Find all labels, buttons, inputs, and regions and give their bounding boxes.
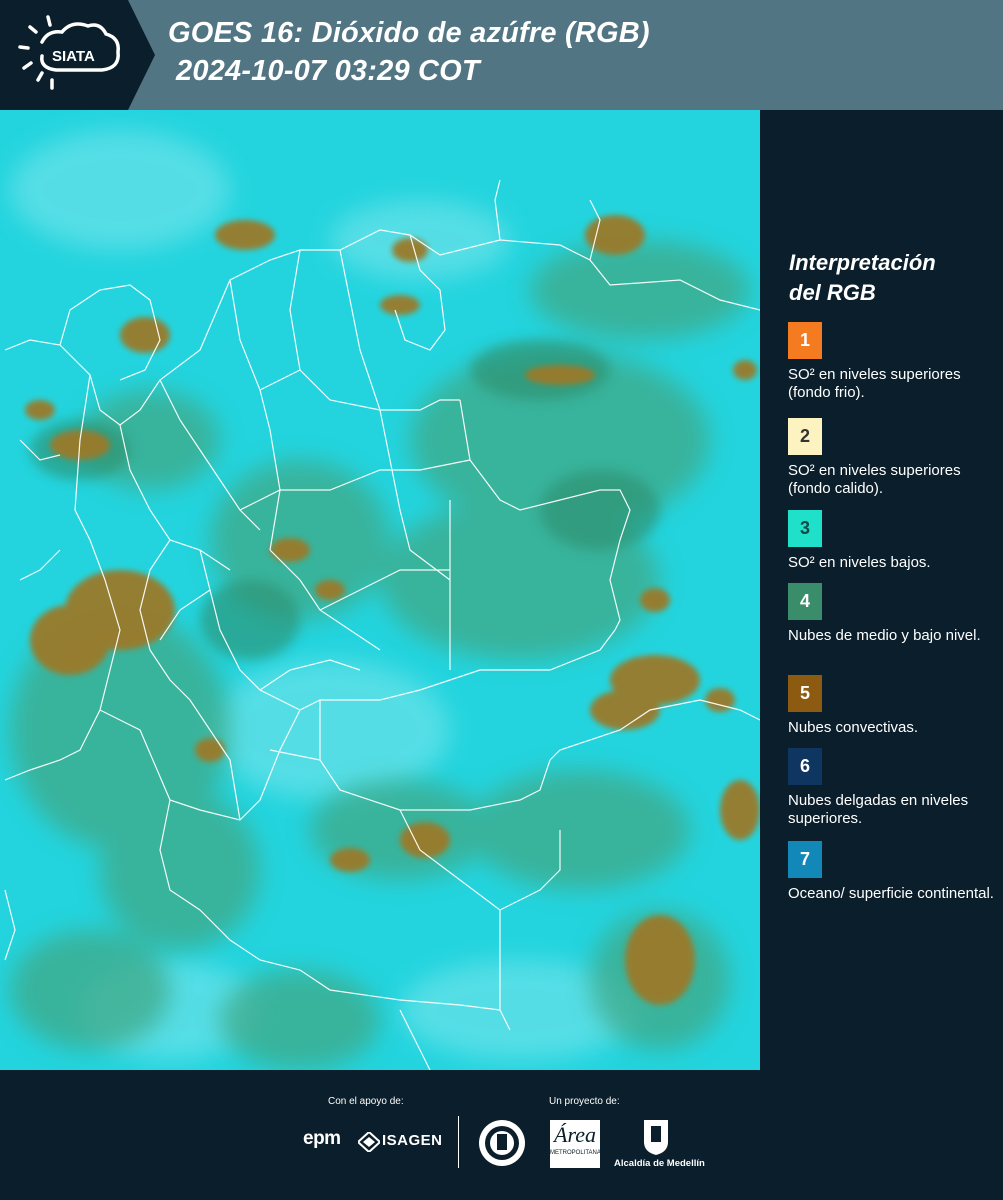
legend-swatch-5: 5 — [788, 675, 822, 712]
title-line-1: GOES 16: Dióxido de azúfre (RGB) — [168, 17, 650, 49]
legend-label-5: Nubes convectivas. — [788, 719, 919, 736]
legend-label-4: Nubes de medio y bajo nivel. — [788, 627, 981, 644]
legend-label-1: SO² en niveles superiores (fondo frio). — [788, 366, 961, 401]
project-label: Un proyecto de: — [549, 1096, 620, 1107]
satellite-map[interactable] — [0, 110, 760, 1070]
legend-label-3: SO² en niveles bajos. — [788, 554, 931, 571]
epm-logo: epm — [303, 1128, 341, 1149]
legend-label-7: Oceano/ superficie continental. — [788, 885, 994, 902]
legend-swatch-1: 1 — [788, 322, 822, 359]
legend-item-1: 1 SO² en niveles superiores (fondo frio)… — [788, 322, 998, 402]
legend-swatch-3: 3 — [788, 510, 822, 547]
legend-item-6: 6 Nubes delgadas en niveles superiores. — [788, 748, 998, 828]
legend-swatch-6: 6 — [788, 748, 822, 785]
siata-logo: SIATA — [0, 0, 155, 110]
legend-item-5: 5 Nubes convectivas. — [788, 675, 998, 737]
legend-item-7: 7 Oceano/ superficie continental. — [788, 841, 998, 903]
support-label: Con el apoyo de: — [328, 1096, 404, 1107]
legend-title-line-2: del RGB — [789, 280, 876, 305]
legend-swatch-7: 7 — [788, 841, 822, 878]
legend-swatch-2: 2 — [788, 418, 822, 455]
area-logo-text: Área — [554, 1122, 596, 1147]
legend-title: Interpretación del RGB — [789, 248, 936, 308]
title-line-2: 2024-10-07 03:29 COT — [176, 55, 480, 87]
footer: Con el apoyo de: Un proyecto de: epm ISA… — [0, 1070, 1003, 1200]
isagen-logo: ISAGEN — [382, 1132, 443, 1149]
legend-item-4: 4 Nubes de medio y bajo nivel. — [788, 583, 998, 645]
legend-title-line-1: Interpretación — [789, 250, 936, 275]
logo-text: SIATA — [52, 48, 95, 65]
alcaldia-logo-text: Alcaldía de Medellín — [614, 1158, 705, 1169]
legend-label-2: SO² en niveles superiores (fondo calido)… — [788, 462, 961, 497]
area-metropolitana-logo: Área METROPOLITANA — [550, 1120, 601, 1168]
legend-item-3: 3 SO² en niveles bajos. — [788, 510, 998, 572]
isagen-logo-icon — [358, 1132, 380, 1152]
legend-swatch-4: 4 — [788, 583, 822, 620]
legend-item-2: 2 SO² en niveles superiores (fondo calid… — [788, 418, 998, 498]
header-bar: SIATA GOES 16: Dióxido de azúfre (RGB) 2… — [0, 0, 1003, 110]
medellin-seal-icon — [479, 1120, 525, 1166]
legend-label-6: Nubes delgadas en niveles superiores. — [788, 792, 969, 827]
page-title: GOES 16: Dióxido de azúfre (RGB) 2024-10… — [168, 14, 650, 90]
footer-divider — [458, 1116, 459, 1168]
alcaldia-shield-icon — [644, 1120, 668, 1155]
legend-panel: Interpretación del RGB 1 SO² en niveles … — [760, 110, 1003, 1070]
area-logo-sub: METROPOLITANA — [550, 1150, 601, 1156]
